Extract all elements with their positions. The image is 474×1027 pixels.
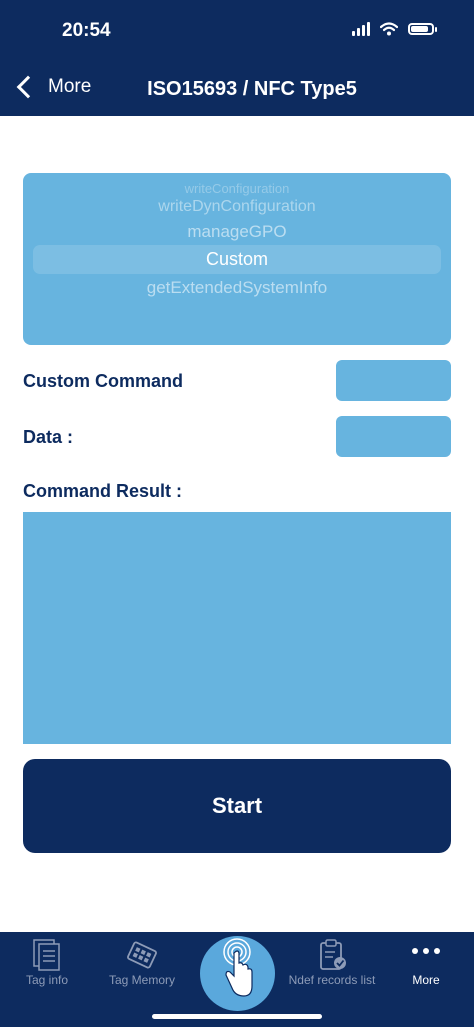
data-label: Data : bbox=[23, 427, 74, 447]
status-time: 20:54 bbox=[62, 20, 111, 41]
tab-ndef-records[interactable]: Ndef records list bbox=[280, 932, 384, 1027]
app-header: 20:54 More ISO15693 / NFC Type5 bbox=[0, 0, 474, 116]
picker-item[interactable]: getExtendedSystemInfo bbox=[23, 278, 451, 298]
tab-label: Tag Memory bbox=[108, 973, 176, 987]
tab-label: Tag info bbox=[25, 973, 69, 987]
tab-label: More bbox=[412, 973, 440, 987]
picker-item[interactable]: writeConfiguration bbox=[23, 181, 451, 196]
command-picker[interactable]: writeConfiguration writeDynConfiguration… bbox=[23, 173, 451, 345]
nfc-touch-icon bbox=[223, 938, 253, 997]
document-icon bbox=[33, 939, 60, 971]
page-title: ISO15693 / NFC Type5 bbox=[147, 78, 357, 100]
picker-item[interactable]: manageGPO bbox=[23, 222, 451, 242]
command-result-box[interactable] bbox=[23, 512, 451, 744]
clipboard-check-icon bbox=[320, 939, 346, 970]
wifi-icon bbox=[380, 22, 398, 36]
picker-item[interactable]: writeDynConfiguration bbox=[23, 198, 451, 216]
tab-tag-info[interactable]: Tag info bbox=[0, 932, 94, 1027]
memory-chip-icon bbox=[127, 941, 157, 969]
start-button[interactable]: Start bbox=[23, 759, 451, 853]
tab-more[interactable]: More bbox=[384, 932, 468, 1027]
custom-command-input[interactable] bbox=[336, 360, 451, 401]
tab-label: Ndef records list bbox=[288, 973, 376, 987]
nfc-scan-button[interactable] bbox=[200, 936, 275, 1011]
custom-command-label: Custom Command bbox=[23, 371, 184, 391]
battery-icon bbox=[408, 23, 437, 35]
status-icons bbox=[352, 22, 437, 36]
tab-tag-memory[interactable]: Tag Memory bbox=[94, 932, 190, 1027]
more-dots-icon bbox=[412, 948, 440, 954]
cellular-signal-icon bbox=[352, 22, 370, 36]
command-result-label: Command Result : bbox=[23, 481, 183, 501]
picker-item-selected[interactable]: Custom bbox=[23, 249, 451, 270]
data-input[interactable] bbox=[336, 416, 451, 457]
home-indicator bbox=[152, 1014, 322, 1019]
